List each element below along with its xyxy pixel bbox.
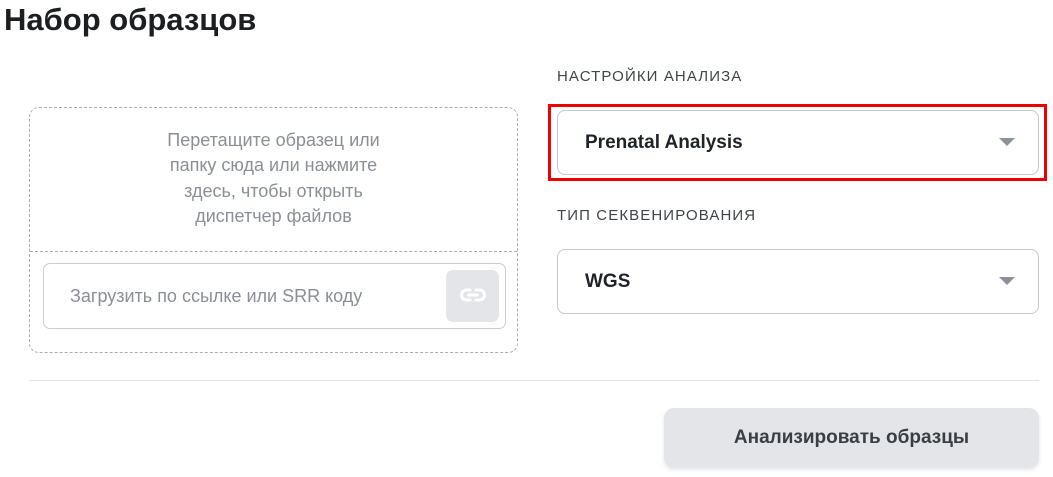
- url-input[interactable]: [44, 264, 444, 328]
- file-dropzone[interactable]: Перетащите образец или папку сюда или на…: [30, 108, 517, 252]
- upload-link-button[interactable]: [446, 270, 499, 322]
- sequencing-type-select[interactable]: WGS: [557, 249, 1039, 314]
- url-upload-field: [43, 263, 506, 329]
- page-title: Набор образцов: [4, 2, 257, 37]
- link-icon: [459, 287, 487, 306]
- analysis-settings-value: Prenatal Analysis: [585, 132, 743, 153]
- analysis-settings-select[interactable]: Prenatal Analysis: [557, 110, 1039, 175]
- analyze-samples-button[interactable]: Анализировать образцы: [664, 408, 1039, 468]
- dropzone-instructions: Перетащите образец или папку сюда или на…: [167, 129, 380, 227]
- divider: [29, 380, 1039, 381]
- chevron-down-icon: [999, 138, 1015, 146]
- chevron-down-icon: [999, 277, 1015, 285]
- sequencing-type-value: WGS: [585, 271, 631, 292]
- analysis-settings-label: НАСТРОЙКИ АНАЛИЗА: [557, 68, 743, 85]
- sample-upload-panel: Перетащите образец или папку сюда или на…: [29, 107, 518, 353]
- sequencing-type-label: ТИП СЕКВЕНИРОВАНИЯ: [557, 207, 757, 224]
